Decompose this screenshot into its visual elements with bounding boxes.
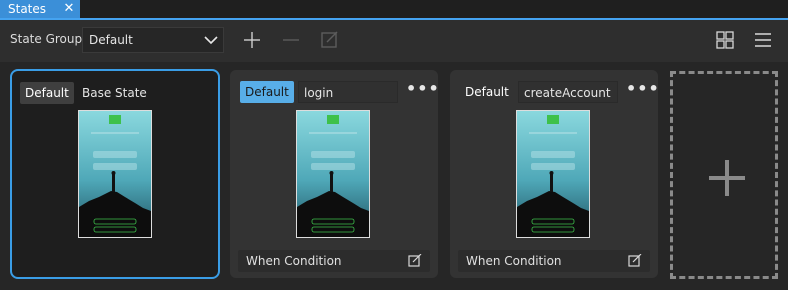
states-toolbar: State Group Default bbox=[0, 20, 788, 62]
state-thumbnail-image bbox=[297, 111, 369, 237]
state-card-createaccount[interactable]: Default createAccount ••• When Condition bbox=[450, 70, 659, 278]
plus-icon bbox=[709, 160, 745, 196]
menu-icon[interactable] bbox=[752, 29, 774, 51]
when-condition-row[interactable]: When Condition bbox=[238, 250, 430, 272]
more-options-icon[interactable]: ••• bbox=[626, 81, 659, 102]
grid-icon[interactable] bbox=[714, 29, 736, 51]
default-button[interactable]: Default bbox=[20, 82, 74, 104]
state-card-login[interactable]: Default login ••• When Condition bbox=[230, 70, 439, 278]
state-thumbnail bbox=[516, 110, 590, 238]
tab-title: States bbox=[8, 2, 47, 16]
edit-icon[interactable] bbox=[408, 254, 422, 268]
when-condition-label: When Condition bbox=[466, 254, 562, 268]
state-name-field[interactable]: createAccount bbox=[518, 81, 618, 103]
state-group-dropdown[interactable]: Default bbox=[82, 27, 224, 53]
edit-icon[interactable] bbox=[628, 254, 642, 268]
chevron-down-icon bbox=[204, 36, 218, 45]
state-group-value: Default bbox=[89, 33, 133, 47]
state-card-base[interactable]: Default Base State bbox=[10, 69, 220, 279]
more-options-icon[interactable]: ••• bbox=[406, 81, 439, 102]
when-condition-label: When Condition bbox=[246, 254, 342, 268]
panel-tab-bar: States ✕ bbox=[0, 0, 788, 20]
plus-icon[interactable] bbox=[241, 29, 263, 51]
when-condition-row[interactable]: When Condition bbox=[458, 250, 650, 272]
state-thumbnail bbox=[78, 110, 152, 238]
state-thumbnail-image bbox=[517, 111, 589, 237]
state-thumbnail-image bbox=[79, 111, 151, 237]
state-thumbnail bbox=[296, 110, 370, 238]
default-button[interactable]: Default bbox=[240, 81, 294, 103]
states-list: Default Base State Default login ••• Whe… bbox=[0, 62, 788, 290]
state-name-base: Base State bbox=[82, 86, 147, 100]
edit-icon[interactable] bbox=[319, 29, 341, 51]
state-name-field[interactable]: login bbox=[298, 81, 398, 103]
state-group-label: State Group bbox=[10, 32, 83, 46]
minus-icon[interactable] bbox=[280, 29, 302, 51]
default-button[interactable]: Default bbox=[460, 81, 514, 103]
add-state-button[interactable] bbox=[670, 71, 778, 279]
close-icon[interactable]: ✕ bbox=[62, 0, 76, 18]
tab-states[interactable]: States ✕ bbox=[0, 0, 80, 18]
